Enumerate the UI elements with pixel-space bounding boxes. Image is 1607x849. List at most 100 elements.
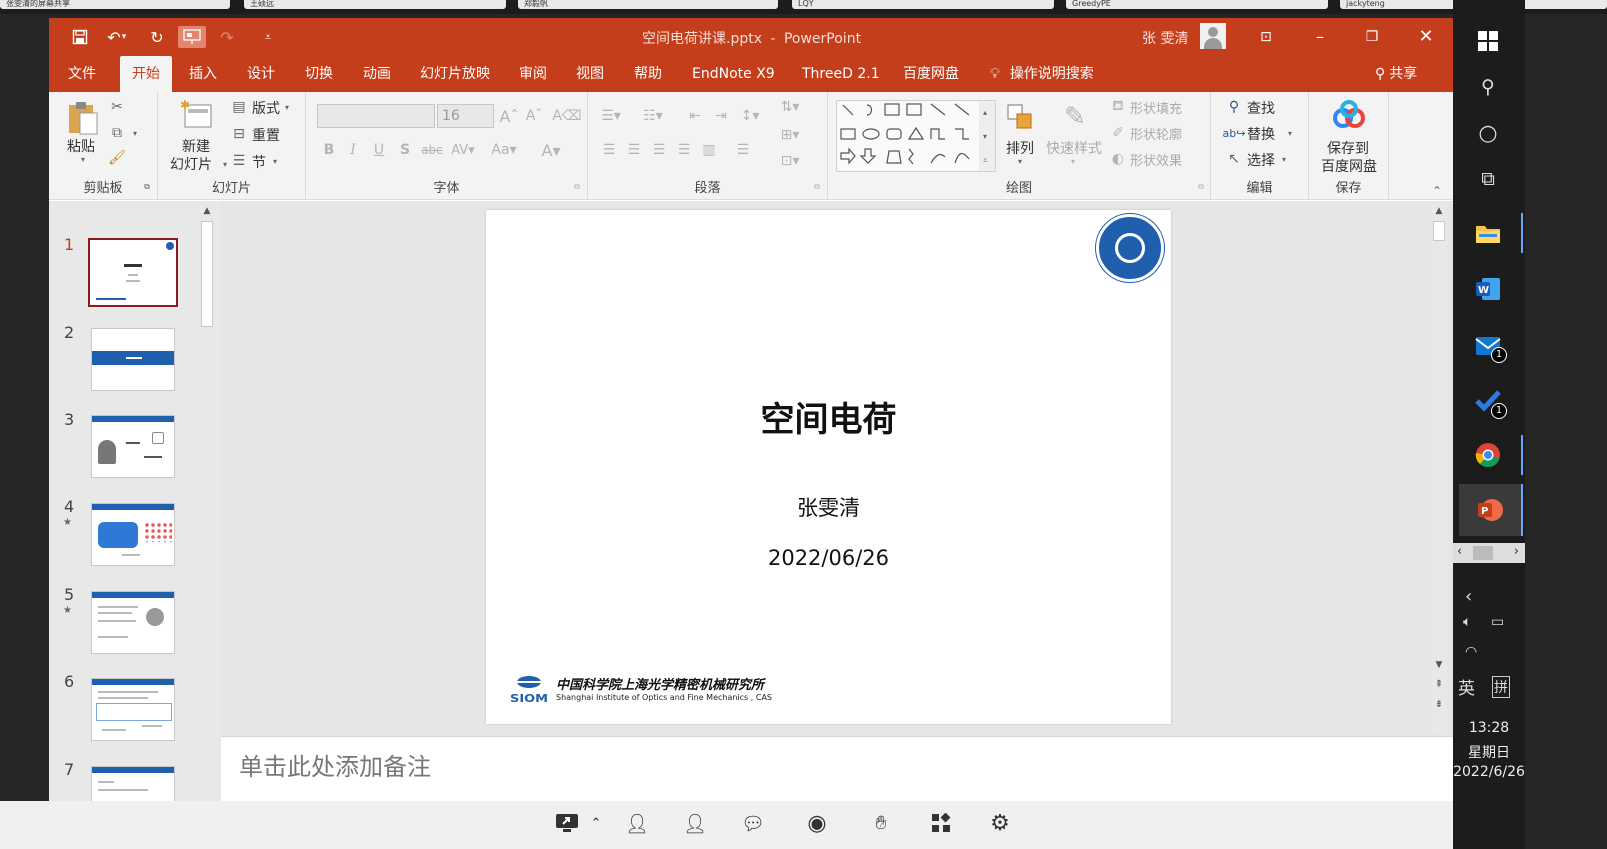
- thumbnails-scrollbar[interactable]: ▲: [199, 203, 215, 819]
- todo-icon[interactable]: 1: [1465, 381, 1511, 421]
- current-slide[interactable]: 空间电荷 张雯清 2022/06/26 SIOM 中国科学院上海光学精密机械研究…: [486, 210, 1171, 724]
- restore-icon[interactable]: ❐: [1352, 24, 1392, 50]
- reset-button[interactable]: 重置: [252, 125, 280, 145]
- replace-button[interactable]: 替换: [1247, 124, 1275, 144]
- task-view-icon[interactable]: ⧉: [1465, 159, 1511, 199]
- paragraph-align-icon[interactable]: ☰: [732, 138, 754, 162]
- chevron-down-icon[interactable]: ▾: [270, 154, 280, 168]
- cursor-icon[interactable]: ↖: [1225, 150, 1243, 168]
- bullets-icon[interactable]: ☰▾: [598, 104, 624, 128]
- tab-review[interactable]: 审阅: [519, 56, 547, 92]
- slide-thumbnail-2[interactable]: [91, 328, 175, 391]
- save-to-label-1[interactable]: 保存到: [1327, 138, 1369, 158]
- slide-author[interactable]: 张雯清: [486, 492, 1171, 522]
- search-icon[interactable]: ⚲: [1465, 67, 1511, 107]
- tab-threed[interactable]: ThreeD 2.1: [802, 56, 880, 92]
- next-slide-icon[interactable]: ⇟: [1431, 697, 1447, 713]
- notes-placeholder[interactable]: 单击此处添加备注: [239, 747, 431, 782]
- ribbon-display-icon[interactable]: ⊡: [1246, 24, 1286, 50]
- shapes-gallery[interactable]: ▴ ▾ ⩡: [836, 100, 996, 172]
- save-icon[interactable]: [68, 26, 92, 48]
- previous-slide-icon[interactable]: ⇞: [1431, 677, 1447, 693]
- customize-icon[interactable]: ⩡: [256, 26, 280, 48]
- powerpoint-taskbar-icon[interactable]: P: [1459, 484, 1523, 536]
- shape-effects-icon[interactable]: ◐: [1110, 150, 1126, 168]
- char-spacing-icon[interactable]: AV▾: [449, 138, 477, 162]
- collapse-ribbon-icon[interactable]: ⌃: [1429, 184, 1445, 198]
- new-slide-label-2[interactable]: 幻灯片: [170, 154, 212, 174]
- apps-icon[interactable]: [926, 808, 956, 838]
- chevron-down-icon[interactable]: ▾: [1068, 156, 1078, 166]
- paste-label[interactable]: 粘贴: [67, 136, 95, 156]
- scroller-thumb[interactable]: [1473, 546, 1493, 560]
- wifi-icon[interactable]: ◠: [1465, 644, 1477, 660]
- copy-icon[interactable]: ⧉: [107, 123, 127, 143]
- clock-weekday[interactable]: 星期日: [1453, 742, 1525, 762]
- grow-font-icon[interactable]: Aˆ: [498, 104, 520, 128]
- line-spacing-icon[interactable]: ↕▾: [736, 104, 764, 128]
- decrease-indent-icon[interactable]: ⇤: [684, 104, 706, 128]
- quick-styles-button[interactable]: 快速样式: [1046, 138, 1102, 158]
- chevron-down-icon[interactable]: ▾: [1285, 126, 1295, 140]
- paint-bucket-icon[interactable]: ⛾: [1110, 98, 1126, 116]
- scroll-down-icon[interactable]: ▼: [1431, 657, 1447, 673]
- dialog-launcher-icon[interactable]: ⧉: [142, 182, 152, 192]
- file-explorer-icon[interactable]: [1465, 213, 1523, 253]
- section-button[interactable]: 节: [252, 152, 266, 172]
- chevron-down-icon[interactable]: ▾: [220, 158, 230, 170]
- justify-icon[interactable]: ☰: [673, 138, 695, 162]
- chevron-down-icon[interactable]: ▾: [130, 125, 140, 141]
- ime-mode[interactable]: 拼: [1492, 676, 1510, 698]
- dialog-launcher-icon[interactable]: ⧉: [812, 182, 822, 192]
- baidu-cloud-icon[interactable]: [1331, 98, 1367, 132]
- align-text-icon[interactable]: ⊞▾: [776, 124, 804, 146]
- align-left-icon[interactable]: ☰: [598, 138, 620, 162]
- shrink-font-icon[interactable]: Aˇ: [523, 104, 545, 128]
- tab-home[interactable]: 开始: [120, 56, 172, 92]
- slide-thumbnail-6[interactable]: [91, 678, 175, 741]
- slide-thumbnail-5[interactable]: [91, 591, 175, 654]
- paste-icon[interactable]: [63, 98, 103, 138]
- chevron-down-icon[interactable]: ▾: [282, 100, 292, 114]
- slide-scrollbar[interactable]: ▲ ▼ ⇞ ⇟: [1431, 203, 1447, 733]
- chevron-left-icon[interactable]: ‹: [1465, 586, 1472, 607]
- reset-icon[interactable]: ⊟: [230, 125, 248, 143]
- chat-icon[interactable]: 💬︎: [738, 808, 768, 838]
- arrange-icon[interactable]: [1003, 100, 1037, 134]
- clock-time[interactable]: 13:28: [1453, 720, 1525, 736]
- participant-tile[interactable]: GreedyPE: [1066, 0, 1328, 9]
- dialog-launcher-icon[interactable]: ⧉: [1196, 182, 1206, 192]
- word-icon[interactable]: W: [1465, 269, 1511, 309]
- layout-icon[interactable]: ▤: [230, 98, 248, 116]
- volume-icon[interactable]: 🔈︎: [1463, 614, 1471, 630]
- increase-indent-icon[interactable]: ⇥: [710, 104, 732, 128]
- font-color-icon[interactable]: A▾: [536, 138, 566, 162]
- redo-icon[interactable]: ↻: [145, 26, 169, 48]
- dialog-launcher-icon[interactable]: ⧉: [572, 182, 582, 192]
- ime-language[interactable]: 英: [1458, 674, 1475, 699]
- bold-icon[interactable]: B: [320, 138, 338, 162]
- participants-icon[interactable]: 👤︎: [680, 808, 710, 838]
- scrollbar-thumb[interactable]: [201, 221, 213, 327]
- slide-thumbnail-1[interactable]: [88, 238, 178, 307]
- align-center-icon[interactable]: ☰: [623, 138, 645, 162]
- shape-fill-button[interactable]: 形状填充: [1130, 98, 1182, 117]
- user-name[interactable]: 张 雯清: [1142, 28, 1188, 48]
- replace-icon[interactable]: ab↪: [1223, 124, 1246, 142]
- tab-endnote[interactable]: EndNote X9: [692, 56, 775, 92]
- tab-view[interactable]: 视图: [576, 56, 604, 92]
- change-case-icon[interactable]: Aa▾: [489, 138, 519, 162]
- cortana-icon[interactable]: ○: [1465, 113, 1511, 153]
- participant-tile[interactable]: 张雯清的屏幕共享: [0, 0, 230, 9]
- numbering-icon[interactable]: ☷▾: [640, 104, 666, 128]
- font-name-input[interactable]: [317, 104, 435, 128]
- mail-icon[interactable]: 1: [1465, 325, 1511, 365]
- settings-gear-icon[interactable]: ⚙︎: [985, 808, 1015, 838]
- columns-icon[interactable]: ▥: [698, 138, 720, 162]
- align-right-icon[interactable]: ☰: [648, 138, 670, 162]
- chrome-icon[interactable]: [1465, 435, 1523, 475]
- slide-thumbnail-3[interactable]: [91, 415, 175, 478]
- shape-outline-button[interactable]: 形状轮廓: [1130, 124, 1182, 143]
- quick-styles-icon[interactable]: ✎: [1058, 100, 1092, 134]
- select-button[interactable]: 选择: [1247, 150, 1275, 170]
